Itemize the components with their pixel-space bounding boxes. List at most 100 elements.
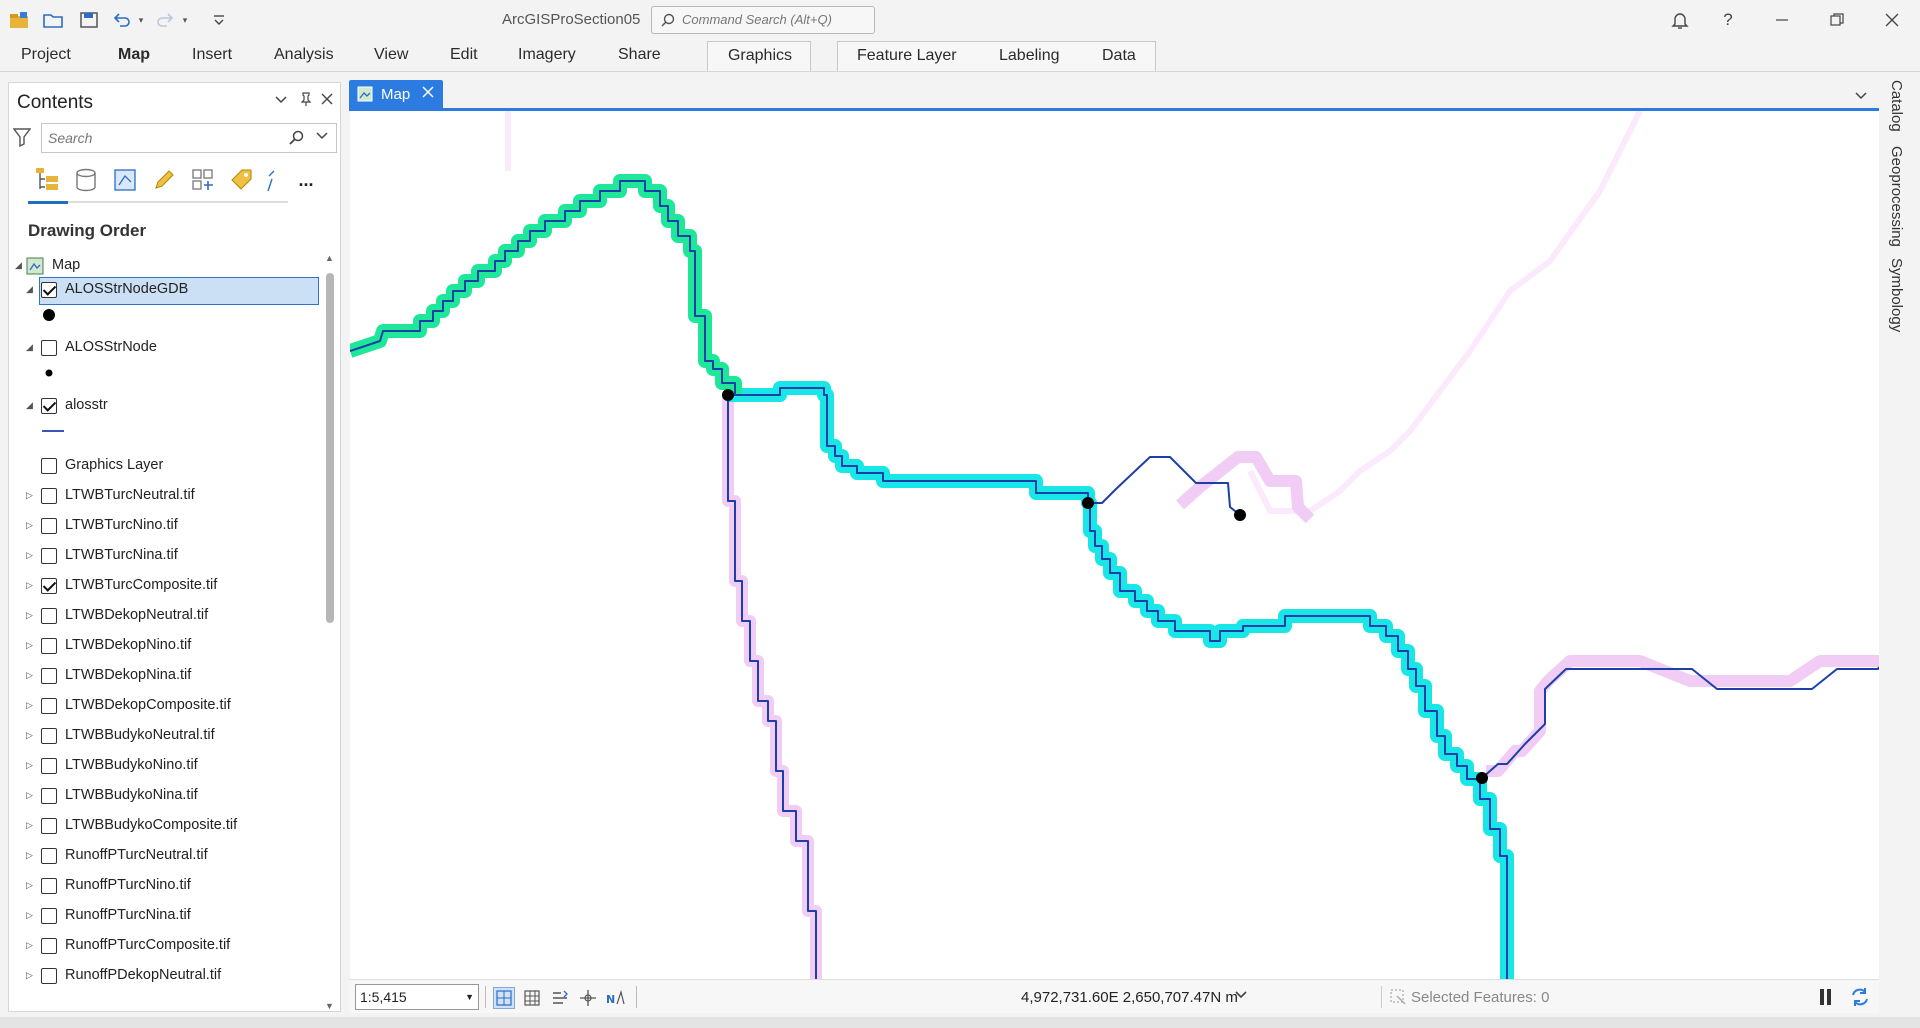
scroll-up-icon[interactable]: ▲: [325, 253, 334, 263]
layer-visibility-checkbox[interactable]: [41, 398, 57, 414]
help-button[interactable]: ?: [1715, 8, 1741, 32]
collapse-triangle-icon[interactable]: ◢: [15, 260, 22, 271]
open-project-icon[interactable]: [42, 9, 64, 31]
expand-triangle-icon[interactable]: ▷: [26, 760, 33, 771]
layer-visibility-checkbox[interactable]: [41, 548, 57, 564]
layer-visibility-checkbox[interactable]: [41, 488, 57, 504]
scale-selector[interactable]: 1:5,415 ▼: [355, 984, 479, 1010]
tab-analysis[interactable]: Analysis: [274, 46, 334, 64]
layer-visibility-checkbox[interactable]: [41, 818, 57, 834]
expand-triangle-icon[interactable]: ▷: [26, 640, 33, 651]
close-map-tab-icon[interactable]: [422, 85, 434, 102]
layer-visibility-checkbox[interactable]: [41, 282, 57, 298]
expand-triangle-icon[interactable]: ▷: [26, 550, 33, 561]
tab-edit[interactable]: Edit: [450, 46, 478, 64]
undo-dropdown-icon[interactable]: ▾: [134, 9, 148, 31]
customize-toolbar-icon[interactable]: [208, 9, 230, 31]
collapse-triangle-icon[interactable]: ◢: [26, 284, 33, 295]
layer-row[interactable]: ▷ LTWBBudykoNina.tif: [9, 783, 319, 809]
selection-icon[interactable]: [1389, 988, 1407, 1009]
tab-data[interactable]: Data: [1102, 47, 1136, 65]
list-by-labeling-icon[interactable]: [225, 163, 259, 197]
layer-row[interactable]: ▷ RunoffPTurcNina.tif: [9, 903, 319, 929]
refresh-icon[interactable]: [1849, 986, 1871, 1011]
expand-triangle-icon[interactable]: ▷: [26, 580, 33, 591]
search-options-chevron-icon[interactable]: [316, 130, 328, 144]
dock-tab-catalog[interactable]: Catalog: [1888, 80, 1905, 132]
minimize-icon[interactable]: [1769, 8, 1795, 32]
layer-visibility-checkbox[interactable]: [41, 340, 57, 356]
notifications-bell-icon[interactable]: [1667, 8, 1693, 32]
collapse-triangle-icon[interactable]: ◢: [26, 400, 33, 411]
expand-triangle-icon[interactable]: ▷: [26, 610, 33, 621]
list-by-editing-icon[interactable]: [147, 163, 181, 197]
layer-row[interactable]: ▷ LTWBBudykoComposite.tif: [9, 813, 319, 839]
scale-dropdown-icon[interactable]: ▼: [465, 992, 474, 1002]
map-extent-icon[interactable]: [493, 987, 515, 1009]
expand-triangle-icon[interactable]: ▷: [26, 730, 33, 741]
tab-map[interactable]: Map: [118, 46, 150, 64]
expand-triangle-icon[interactable]: ▷: [26, 880, 33, 891]
point-symbol-icon[interactable]: [41, 305, 65, 325]
coordinate-format-chevron-icon[interactable]: [1235, 987, 1247, 1003]
expand-triangle-icon[interactable]: ▷: [26, 820, 33, 831]
layer-row[interactable]: ▷ RunoffPDekopNeutral.tif: [9, 963, 319, 989]
layer-visibility-checkbox[interactable]: [41, 908, 57, 924]
layer-row[interactable]: ◢ ALOSStrNode: [9, 335, 319, 361]
expand-triangle-icon[interactable]: ▷: [26, 850, 33, 861]
layer-visibility-checkbox[interactable]: [41, 968, 57, 984]
layer-row[interactable]: ▷ LTWBDekopNeutral.tif: [9, 603, 319, 629]
tab-insert[interactable]: Insert: [192, 46, 232, 64]
layer-visibility-checkbox[interactable]: [41, 698, 57, 714]
list-by-perspective-imagery-icon[interactable]: [265, 163, 281, 197]
collapse-triangle-icon[interactable]: ◢: [26, 342, 33, 353]
contents-search-input[interactable]: Search: [41, 123, 337, 153]
layer-row[interactable]: ▷ RunoffPTurcNeutral.tif: [9, 843, 319, 869]
layer-row[interactable]: ◢ ALOSStrNodeGDB: [9, 277, 319, 305]
pause-drawing-icon[interactable]: [1818, 988, 1834, 1009]
expand-triangle-icon[interactable]: ▷: [26, 910, 33, 921]
filter-icon[interactable]: [12, 127, 32, 150]
layer-row[interactable]: ▷ LTWBBudykoNino.tif: [9, 753, 319, 779]
layer-row[interactable]: Graphics Layer: [9, 453, 319, 479]
expand-triangle-icon[interactable]: ▷: [26, 700, 33, 711]
map-drawing[interactable]: [350, 111, 1879, 979]
layer-row[interactable]: ▷ LTWBDekopNina.tif: [9, 663, 319, 689]
layer-visibility-checkbox[interactable]: [41, 578, 57, 594]
project-home-icon[interactable]: [8, 9, 30, 31]
layer-row[interactable]: ▷ LTWBTurcComposite.tif: [9, 573, 319, 599]
expand-triangle-icon[interactable]: ▷: [26, 490, 33, 501]
dock-tab-geoprocessing[interactable]: Geoprocessing: [1888, 146, 1905, 247]
layer-row[interactable]: ▷ LTWBDekopComposite.tif: [9, 693, 319, 719]
layer-visibility-checkbox[interactable]: [41, 638, 57, 654]
save-project-icon[interactable]: [78, 9, 100, 31]
expand-triangle-icon[interactable]: ▷: [26, 970, 33, 981]
layer-row[interactable]: ◢ alosstr: [9, 393, 319, 419]
line-symbol-icon[interactable]: [41, 421, 65, 441]
point-symbol-icon[interactable]: [41, 363, 65, 383]
layer-visibility-checkbox[interactable]: [41, 728, 57, 744]
close-pane-icon[interactable]: [321, 92, 333, 108]
expand-triangle-icon[interactable]: ▷: [26, 790, 33, 801]
restore-icon[interactable]: [1824, 8, 1850, 32]
tab-feature-layer[interactable]: Feature Layer: [857, 47, 957, 65]
scroll-down-icon[interactable]: ▼: [325, 1001, 334, 1011]
tab-imagery[interactable]: Imagery: [518, 46, 576, 64]
layer-row[interactable]: ▷ LTWBTurcNina.tif: [9, 543, 319, 569]
grid-icon[interactable]: [521, 987, 543, 1009]
layer-visibility-checkbox[interactable]: [41, 458, 57, 474]
more-views-button[interactable]: ...: [289, 163, 323, 197]
layer-row[interactable]: ▷ RunoffPTurcNino.tif: [9, 873, 319, 899]
layer-visibility-checkbox[interactable]: [41, 938, 57, 954]
redo-icon[interactable]: [154, 9, 176, 31]
close-icon[interactable]: [1879, 8, 1905, 32]
layer-visibility-checkbox[interactable]: [41, 758, 57, 774]
layer-row[interactable]: ▷ LTWBDekopNino.tif: [9, 633, 319, 659]
dock-tab-symbology[interactable]: Symbology: [1888, 258, 1905, 332]
command-search-input[interactable]: Command Search (Alt+Q): [651, 6, 875, 34]
layer-row[interactable]: ▷ RunoffPTurcComposite.tif: [9, 933, 319, 959]
north-arrow-icon[interactable]: N: [605, 987, 627, 1009]
list-by-data-source-icon[interactable]: [69, 163, 103, 197]
contents-scroll-thumb[interactable]: [326, 273, 334, 623]
tab-graphics[interactable]: Graphics: [728, 47, 792, 65]
